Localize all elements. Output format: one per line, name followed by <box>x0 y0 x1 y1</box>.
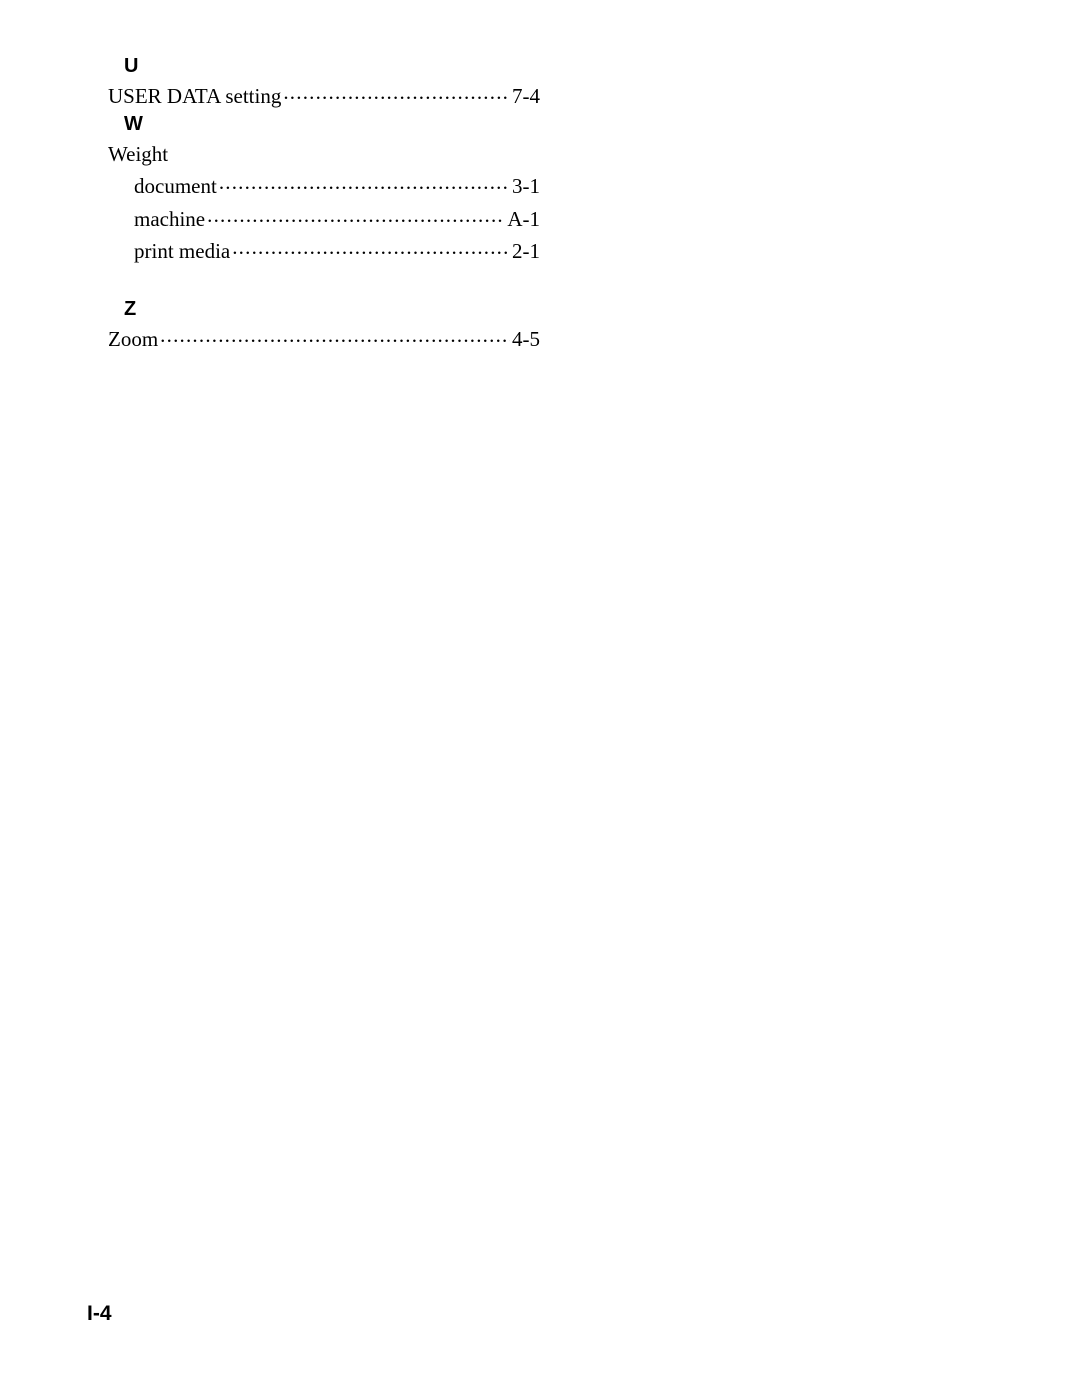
leader-dots <box>283 82 510 103</box>
index-page-ref: 2-1 <box>512 235 540 268</box>
index-term: document <box>134 170 217 203</box>
index-term: machine <box>134 203 205 236</box>
index-page-ref: 7-4 <box>512 80 540 113</box>
index-page-ref: 4-5 <box>512 323 540 356</box>
leader-dots <box>232 237 510 258</box>
index-entry: USER DATA setting 7-4 <box>108 80 540 113</box>
index-subheading: Weight <box>108 138 540 171</box>
index-entry: document 3-1 <box>108 170 540 203</box>
index-column: U USER DATA setting 7-4 W Weight documen… <box>108 55 540 355</box>
index-page-ref: A-1 <box>507 203 540 236</box>
index-entry: Zoom 4-5 <box>108 323 540 356</box>
index-entry: print media 2-1 <box>108 235 540 268</box>
index-term: USER DATA setting <box>108 80 281 113</box>
index-entry: machine A-1 <box>108 203 540 236</box>
page: U USER DATA setting 7-4 W Weight documen… <box>0 0 1080 1388</box>
index-letter-w: W <box>124 113 540 136</box>
index-term: print media <box>134 235 230 268</box>
leader-dots <box>160 325 510 346</box>
leader-dots <box>219 172 510 193</box>
page-number: I-4 <box>87 1302 112 1326</box>
index-term: Zoom <box>108 323 158 356</box>
index-page-ref: 3-1 <box>512 170 540 203</box>
index-letter-z: Z <box>124 298 540 321</box>
leader-dots <box>207 205 505 226</box>
index-letter-u: U <box>124 55 540 78</box>
